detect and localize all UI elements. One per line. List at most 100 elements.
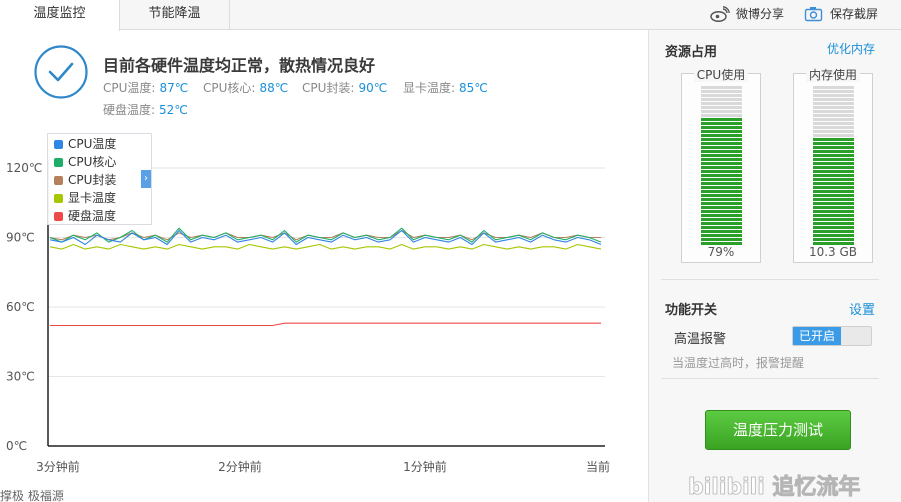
meter-segment-filled <box>813 154 854 157</box>
meter-segment-empty <box>813 90 854 93</box>
reading-cpu-temp: CPU温度: 87℃ <box>103 81 189 95</box>
meter-segment-filled <box>701 226 742 229</box>
legend-label: 显卡温度 <box>68 191 117 205</box>
meter-segment-filled <box>813 238 854 241</box>
series-line-5 <box>50 322 601 327</box>
meter-segment-empty <box>813 114 854 117</box>
meter-segment-empty <box>701 94 742 97</box>
meter-segment-filled <box>701 162 742 165</box>
legend-swatch <box>54 158 63 167</box>
temperature-stress-test-button[interactable]: 温度压力测试 <box>705 410 851 450</box>
meter-segment-filled <box>813 190 854 193</box>
optimize-memory-link[interactable]: 优化内存 <box>827 40 875 57</box>
meter-segment-filled <box>701 178 742 181</box>
meter-segment-empty <box>701 102 742 105</box>
meter-segment-filled <box>813 198 854 201</box>
app-window: 温度监控 节能降温 微博分享 保存截屏 目前各硬件温度均正常，散热情况良好 CP… <box>0 0 901 502</box>
reading-cpu-core: CPU核心: 88℃ <box>203 81 289 95</box>
meter-segment-empty <box>701 90 742 93</box>
tab-temperature-monitor[interactable]: 温度监控 <box>0 0 120 31</box>
alert-description: 当温度过高时，报警提醒 <box>672 356 805 370</box>
high-temp-alert-label: 高温报警 <box>674 332 727 347</box>
meter-segment-filled <box>813 226 854 229</box>
right-panel: 资源占用 优化内存 CPU使用 79% 内存使用 10.3 GB 功能开关 设置… <box>648 30 901 502</box>
meter-segment-filled <box>813 230 854 233</box>
meter-segment-empty <box>813 86 854 89</box>
meter-segment-filled <box>701 130 742 133</box>
meter-segment-filled <box>813 158 854 161</box>
meter-segment-filled <box>813 162 854 165</box>
meter-segment-filled <box>813 166 854 169</box>
meter-segment-filled <box>813 222 854 225</box>
legend-label: CPU核心 <box>68 155 117 169</box>
meter-segment-filled <box>701 214 742 217</box>
chart-legend: CPU温度 CPU核心 CPU封装 显卡温度 硬盘温度 <box>47 133 152 225</box>
meter-segment-empty <box>813 122 854 125</box>
series-line-2 <box>49 227 602 243</box>
meter-segment-filled <box>813 170 854 173</box>
legend-swatch <box>54 176 63 185</box>
meter-segment-filled <box>701 166 742 169</box>
save-screenshot-button[interactable]: 保存截屏 <box>804 0 894 30</box>
y-tick-label: 0℃ <box>6 439 27 453</box>
x-tick-label: 1分钟前 <box>403 459 447 474</box>
meter-segment-empty <box>813 102 854 105</box>
meter-segment-empty <box>701 98 742 101</box>
weibo-share-label: 微博分享 <box>736 7 785 21</box>
meter-segment-empty <box>813 110 854 113</box>
meter-segment-empty <box>813 126 854 129</box>
meter-segment-filled <box>813 202 854 205</box>
legend-label: CPU温度 <box>68 137 117 151</box>
meter-segment-filled <box>813 194 854 197</box>
settings-link[interactable]: 设置 <box>849 299 875 318</box>
divider <box>661 378 879 379</box>
meter-segment-filled <box>701 190 742 193</box>
x-tick-label: 2分钟前 <box>218 459 262 474</box>
meter-segment-filled <box>701 186 742 189</box>
high-temp-alert-toggle[interactable]: 已开启 <box>792 326 872 346</box>
legend-collapse-chevron-icon[interactable]: › <box>141 170 151 188</box>
meter-segment-filled <box>701 182 742 185</box>
cpu-usage-value: 79% <box>707 245 735 259</box>
weibo-share-button[interactable]: 微博分享 <box>710 0 790 30</box>
meter-segment-filled <box>701 194 742 197</box>
meter-segment-filled <box>701 138 742 141</box>
legend-label: 硬盘温度 <box>68 209 117 223</box>
function-switch-title: 功能开关 <box>665 303 718 318</box>
memory-usage-meter: 内存使用 10.3 GB <box>793 68 873 263</box>
meter-segment-filled <box>813 214 854 217</box>
meter-segment-empty <box>701 86 742 89</box>
meter-segment-filled <box>813 234 854 237</box>
meter-segment-empty <box>701 110 742 113</box>
meter-segment-filled <box>701 230 742 233</box>
meter-segment-filled <box>813 142 854 145</box>
reading-cpu-package: CPU封装: 90℃ <box>302 81 388 95</box>
save-screenshot-label: 保存截屏 <box>830 7 879 21</box>
meter-segment-filled <box>701 134 742 137</box>
meter-segment-empty <box>701 106 742 109</box>
meter-segment-filled <box>701 174 742 177</box>
x-tick-label: 当前 <box>586 459 610 474</box>
memory-usage-value: 10.3 GB <box>808 245 858 259</box>
legend-swatch <box>54 194 63 203</box>
tab-bar: 温度监控 节能降温 微博分享 保存截屏 <box>0 0 901 31</box>
meter-segment-filled <box>813 218 854 221</box>
legend-swatch <box>54 140 63 149</box>
meter-segment-empty <box>813 106 854 109</box>
tab-energy-saving[interactable]: 节能降温 <box>120 0 230 30</box>
meter-segment-filled <box>701 146 742 149</box>
memory-usage-bar <box>813 86 854 245</box>
meter-segment-filled <box>701 170 742 173</box>
weibo-icon <box>710 6 730 22</box>
meter-segment-empty <box>813 134 854 137</box>
toggle-on-label: 已开启 <box>793 327 841 345</box>
camera-icon <box>804 7 823 22</box>
meter-segment-filled <box>701 222 742 225</box>
meter-segment-filled <box>813 210 854 213</box>
meter-segment-filled <box>813 146 854 149</box>
meter-segment-filled <box>813 174 854 177</box>
meter-segment-empty <box>813 94 854 97</box>
meter-segment-filled <box>813 186 854 189</box>
cpu-usage-meter: CPU使用 79% <box>681 68 761 263</box>
divider <box>661 279 879 280</box>
